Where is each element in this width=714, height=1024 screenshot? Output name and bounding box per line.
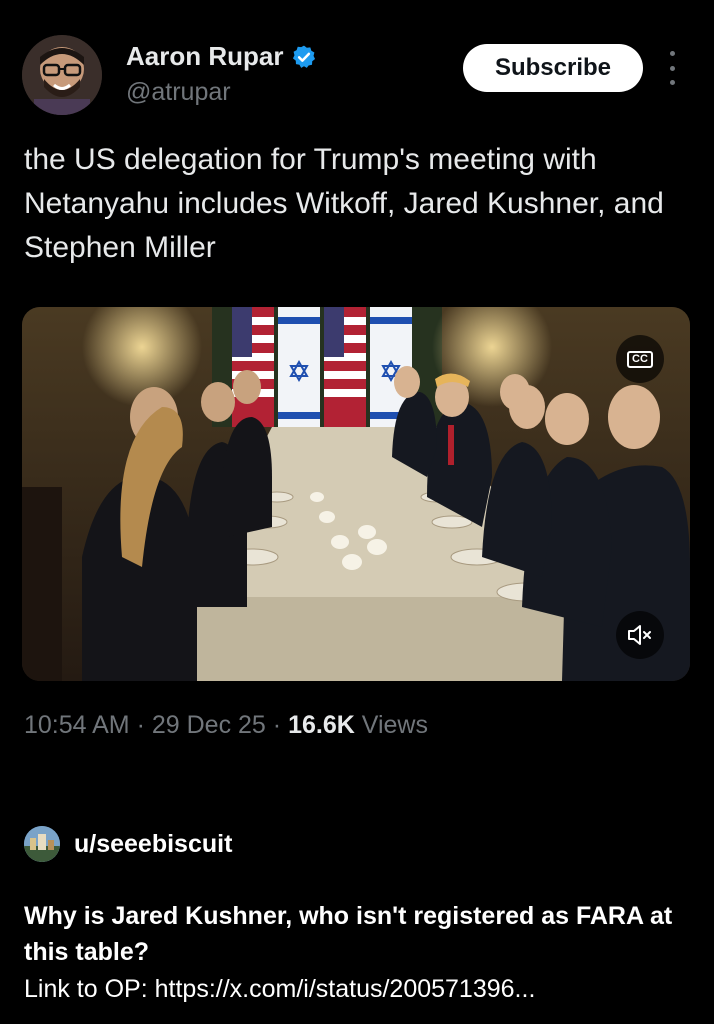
subscribe-button[interactable]: Subscribe <box>463 44 643 92</box>
post-meta: 10:54 AM · 29 Dec 25 · 16.6K Views <box>24 711 428 740</box>
post-header: Aaron Rupar @atrupar Subscribe <box>22 35 692 117</box>
reddit-user-row: u/seeebiscuit <box>24 826 232 862</box>
author-avatar[interactable] <box>22 35 102 115</box>
views-label: Views <box>361 711 428 739</box>
video-frame-illustration <box>22 307 690 681</box>
unmute-button[interactable] <box>616 611 664 659</box>
verified-badge-icon <box>293 45 316 68</box>
post-text: the US delegation for Trump's meeting wi… <box>24 143 664 264</box>
post-time[interactable]: 10:54 AM <box>24 711 130 739</box>
author-name[interactable]: Aaron Rupar <box>126 41 283 72</box>
author-info: Aaron Rupar @atrupar <box>126 41 317 107</box>
author-name-row: Aaron Rupar <box>126 41 317 72</box>
captions-button[interactable]: CC <box>616 335 664 383</box>
reddit-username[interactable]: u/seeebiscuit <box>74 830 232 859</box>
author-handle[interactable]: @atrupar <box>126 78 317 107</box>
op-link[interactable]: Link to OP: https://x.com/i/status/20057… <box>24 975 694 1004</box>
reddit-post-title: Why is Jared Kushner, who isn't register… <box>24 902 673 966</box>
more-options-icon[interactable] <box>665 51 679 85</box>
post-date[interactable]: 29 Dec 25 <box>152 711 266 739</box>
captions-icon: CC <box>627 350 653 368</box>
meta-separator: · <box>272 711 282 739</box>
reddit-user-avatar[interactable] <box>24 826 60 862</box>
speaker-muted-icon <box>628 625 651 645</box>
meta-separator: · <box>136 711 145 739</box>
views-count: 16.6K <box>288 711 355 739</box>
post-video[interactable]: CC <box>22 307 690 681</box>
